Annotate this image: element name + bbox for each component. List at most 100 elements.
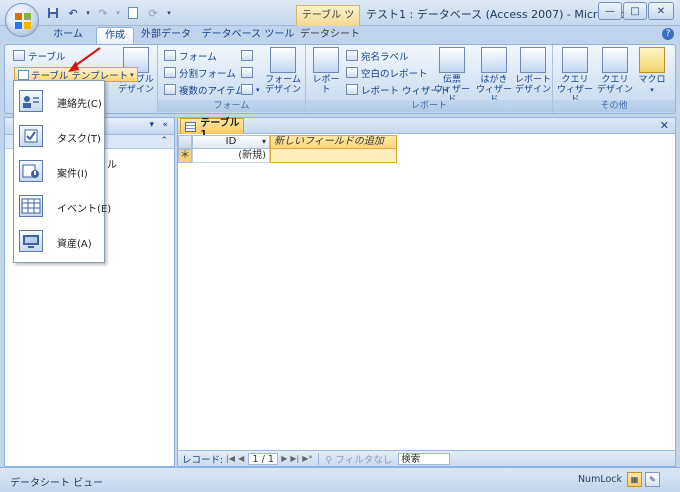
form-button[interactable]: フォーム (164, 48, 217, 63)
chevron-down-icon: ▾ (650, 86, 654, 94)
datasheet-view-icon[interactable]: ▦ (627, 472, 642, 487)
document-area: テーブル1 ✕ ID ▾ 新しいフィールドの追加 ＊ (新規) レコード: |◀… (177, 117, 676, 467)
record-position-field[interactable]: 1 / 1 (248, 452, 279, 465)
labels-icon (346, 50, 358, 61)
report-design-button[interactable]: レポート デザイン (514, 47, 552, 95)
record-navigation-bar: レコード: |◀ ◀ 1 / 1 ▶ ▶| ▶* ⚲ フィルタなし 検索 (178, 450, 675, 466)
quick-access-toolbar: ↶ ▾ ↷ ▾ ⟳ ▾ (44, 4, 174, 22)
numlock-indicator: NumLock (577, 474, 622, 485)
tab-database-tools[interactable]: データベース ツール (200, 27, 296, 44)
document-tab-bar: テーブル1 ✕ (178, 118, 675, 140)
new-record-selector[interactable]: ＊ (178, 149, 192, 163)
tab-datasheet[interactable]: データシート (300, 27, 360, 44)
previous-record-icon[interactable]: ◀ (238, 454, 244, 463)
tab-create[interactable]: 作成 (96, 27, 134, 44)
slip-wizard-button[interactable]: 伝票 ウィザード (432, 47, 472, 105)
reports-group-label: レポート (306, 100, 552, 112)
query-design-button[interactable]: クエリ デザイン (597, 47, 633, 95)
close-document-icon[interactable]: ✕ (660, 119, 669, 132)
design-view-icon[interactable]: ✎ (645, 472, 660, 487)
undo-icon[interactable]: ↶ (64, 4, 82, 22)
menu-item-contacts[interactable]: 連絡先(C) (14, 87, 104, 117)
undo-dropdown-icon[interactable]: ▾ (84, 4, 92, 22)
minimize-button[interactable]: — (598, 2, 622, 20)
red-arrow-icon (68, 47, 101, 72)
forms-group-label: フォーム (158, 100, 305, 112)
forms-group: フォーム 分割フォーム 複数のアイテム ▾ フォーム デザイン フォーム (158, 45, 306, 113)
last-record-icon[interactable]: ▶| (290, 454, 299, 463)
chevron-down-icon[interactable]: ▾ (262, 136, 266, 148)
contacts-icon (19, 90, 43, 112)
table-icon (13, 50, 25, 61)
document-tab-table1[interactable]: テーブル1 (180, 118, 244, 140)
tasks-icon (19, 125, 43, 147)
next-record-icon[interactable]: ▶ (281, 454, 287, 463)
column-header-id[interactable]: ID ▾ (192, 135, 270, 149)
assets-icon (19, 230, 43, 252)
cell-add-field[interactable] (270, 149, 397, 163)
maximize-button[interactable]: □ (623, 2, 647, 20)
report-button[interactable]: レポート (310, 47, 342, 95)
tab-external-data[interactable]: 外部データ (138, 27, 194, 44)
nav-collapse-icon[interactable]: « (162, 120, 168, 130)
filter-status[interactable]: ⚲ フィルタなし (325, 452, 392, 466)
menu-item-events[interactable]: イベント(E) (14, 192, 111, 222)
other-group: クエリ ウィザード クエリ デザイン マクロ ▾ その他 (553, 45, 675, 113)
nav-menu-chevron-icon[interactable]: ▾ (149, 120, 154, 130)
menu-item-assets[interactable]: 資産(A) (14, 227, 104, 257)
cell-id[interactable]: (新規) (192, 149, 270, 163)
search-input[interactable]: 検索 (398, 452, 451, 465)
redo-dropdown-icon[interactable]: ▾ (114, 4, 122, 22)
first-record-icon[interactable]: |◀ (226, 454, 235, 463)
table-button[interactable]: テーブル (13, 48, 65, 63)
new-document-icon[interactable] (124, 4, 142, 22)
help-icon[interactable]: ? (662, 28, 674, 40)
group-collapse-icon[interactable]: ⌃ (160, 136, 168, 146)
table-icon (185, 121, 197, 132)
other-group-label: その他 (553, 100, 675, 112)
window-controls: — □ ✕ (598, 2, 674, 20)
close-button[interactable]: ✕ (648, 2, 674, 20)
query-design-icon (602, 47, 628, 73)
form-design-button[interactable]: フォーム デザイン (264, 47, 302, 95)
split-form-button[interactable]: 分割フォーム (164, 65, 236, 80)
menu-item-issues[interactable]: 案件(I) (14, 157, 104, 187)
save-icon[interactable] (44, 4, 62, 22)
new-record-icon[interactable]: ▶* (302, 454, 312, 463)
customize-qat-icon[interactable]: ▾ (164, 4, 174, 22)
multiple-items-icon (164, 84, 176, 95)
blank-form-button[interactable] (241, 65, 253, 80)
split-form-icon (164, 67, 176, 78)
tab-home[interactable]: ホーム (46, 27, 90, 44)
labels-button[interactable]: 宛名ラベル (346, 48, 409, 63)
postcard-wizard-button[interactable]: はがき ウィザード (474, 47, 514, 105)
more-forms-button[interactable]: ▾ (241, 82, 260, 97)
macro-button[interactable]: マクロ ▾ (635, 47, 669, 95)
reports-group: レポート 宛名ラベル 空白のレポート レポート ウィザード 伝票 ウィザード は… (306, 45, 553, 113)
title-bar: ↶ ▾ ↷ ▾ ⟳ ▾ テーブル ツール テスト1 : データベース (Acce… (0, 0, 680, 40)
pivot-chart-button[interactable] (241, 48, 253, 63)
report-wizard-icon (346, 84, 358, 95)
macro-icon (639, 47, 665, 73)
datasheet-header: ID ▾ 新しいフィールドの追加 (178, 135, 677, 149)
multiple-items-button[interactable]: 複数のアイテム (164, 82, 245, 97)
select-all-corner[interactable] (178, 135, 192, 149)
chevron-down-icon: ▾ (256, 85, 260, 94)
report-icon (313, 47, 339, 73)
separator (318, 452, 320, 465)
refresh-icon[interactable]: ⟳ (144, 4, 162, 22)
column-header-add-field[interactable]: 新しいフィールドの追加 (270, 135, 397, 149)
blank-report-button[interactable]: 空白のレポート (346, 65, 428, 80)
table-template-icon (18, 69, 29, 80)
query-wizard-button[interactable]: クエリ ウィザード (555, 47, 595, 105)
filter-icon: ⚲ (325, 454, 333, 466)
status-bar: データシート ビュー NumLock ▦ ✎ (0, 467, 680, 492)
issues-icon (19, 160, 43, 182)
redo-icon[interactable]: ↷ (94, 4, 112, 22)
report-design-icon (520, 47, 546, 73)
menu-item-tasks[interactable]: タスク(T) (14, 122, 104, 152)
query-wizard-icon (562, 47, 588, 73)
nav-item-label[interactable]: ル (107, 156, 117, 171)
office-button[interactable] (5, 3, 39, 37)
table-row: ＊ (新規) (178, 149, 677, 163)
